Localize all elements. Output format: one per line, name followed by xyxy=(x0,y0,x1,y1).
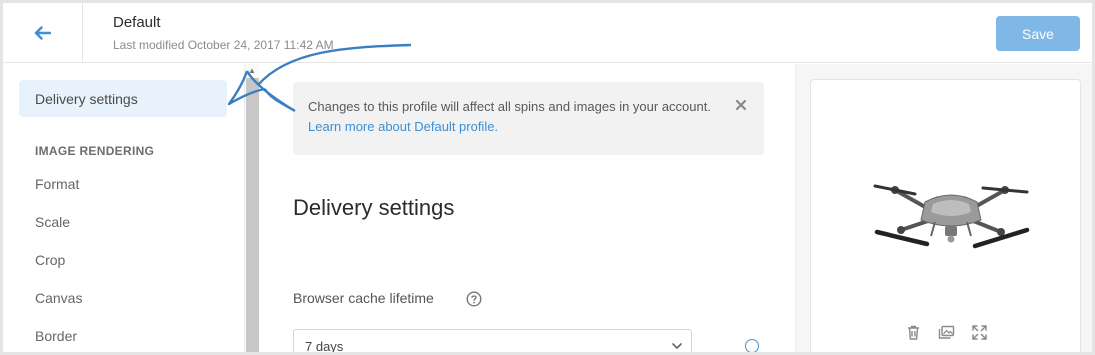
info-notice: Changes to this profile will affect all … xyxy=(293,82,764,155)
notice-text: Changes to this profile will affect all … xyxy=(308,97,718,137)
sidebar-scrollbar[interactable]: ▲ xyxy=(244,64,260,352)
sidebar: Delivery settings IMAGE RENDERING Format… xyxy=(3,64,244,352)
sidebar-item-delivery-settings[interactable]: Delivery settings xyxy=(19,80,227,117)
browser-cache-lifetime-label: Browser cache lifetime xyxy=(293,290,434,306)
select-value: 7 days xyxy=(305,338,344,353)
sidebar-item-format[interactable]: Format xyxy=(19,165,227,202)
preview-actions xyxy=(905,324,995,342)
top-bar: Default Last modified October 24, 2017 1… xyxy=(3,3,1092,63)
expand-icon[interactable] xyxy=(971,324,988,341)
arrow-left-icon xyxy=(34,26,51,40)
app-window: Default Last modified October 24, 2017 1… xyxy=(3,3,1092,352)
page-title: Default xyxy=(113,14,161,31)
trash-icon[interactable] xyxy=(905,324,922,341)
sidebar-item-border[interactable]: Border xyxy=(19,317,227,352)
learn-more-link[interactable]: Learn more about Default profile. xyxy=(308,119,498,134)
preview-card xyxy=(810,79,1081,352)
main-content: Changes to this profile will affect all … xyxy=(261,64,794,352)
close-icon[interactable] xyxy=(733,97,749,113)
chevron-down-icon xyxy=(672,343,682,349)
last-modified-text: Last modified October 24, 2017 11:42 AM xyxy=(113,38,334,52)
back-button[interactable] xyxy=(25,18,59,48)
sidebar-item-canvas[interactable]: Canvas xyxy=(19,279,227,316)
sidebar-item-scale[interactable]: Scale xyxy=(19,203,227,240)
header-divider xyxy=(82,3,83,63)
notice-message: Changes to this profile will affect all … xyxy=(308,99,711,114)
save-button[interactable]: Save xyxy=(996,16,1080,51)
section-title: Delivery settings xyxy=(293,195,455,220)
question-circle-icon[interactable] xyxy=(466,291,482,307)
option-radio[interactable] xyxy=(745,339,759,352)
images-icon[interactable] xyxy=(938,324,955,341)
drone-preview-image xyxy=(873,184,1030,249)
sidebar-item-crop[interactable]: Crop xyxy=(19,241,227,278)
scroll-up-icon[interactable]: ▲ xyxy=(248,66,256,75)
browser-cache-lifetime-select[interactable]: 7 days xyxy=(293,329,692,352)
sidebar-section-heading: IMAGE RENDERING xyxy=(35,144,155,158)
scrollbar-thumb[interactable] xyxy=(246,78,259,352)
